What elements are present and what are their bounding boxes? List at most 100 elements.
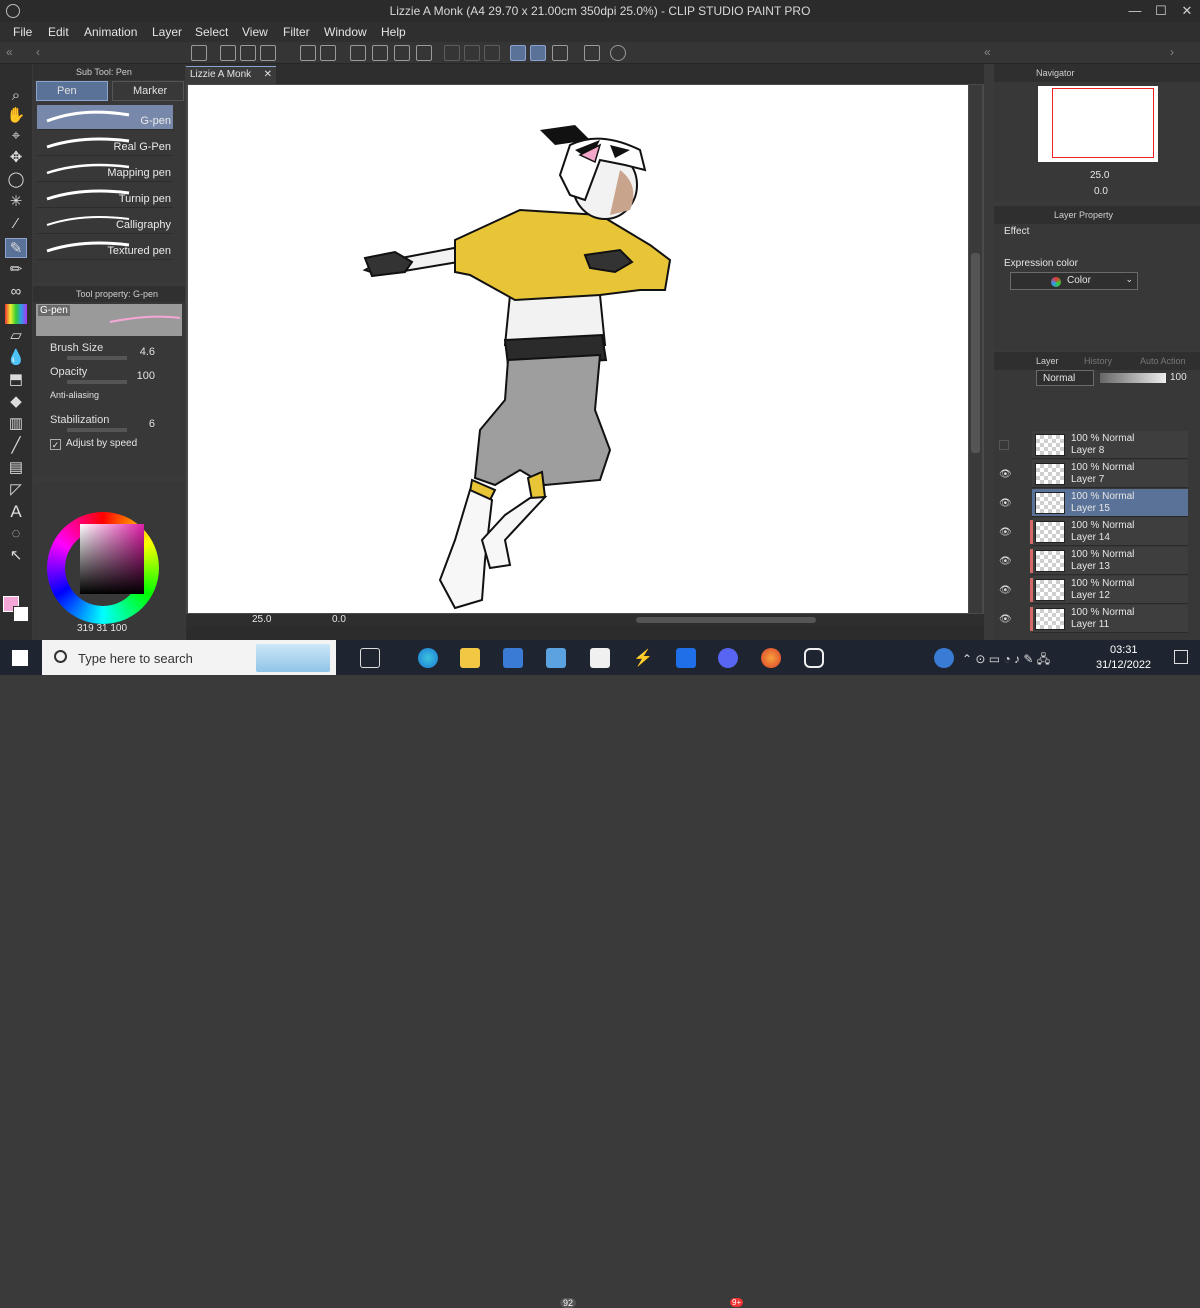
opacity-value[interactable]: 100 — [137, 370, 155, 382]
discord-icon[interactable] — [718, 648, 738, 668]
close-button[interactable]: ✕ — [1176, 2, 1198, 20]
collapse-right-icon[interactable]: « — [984, 45, 991, 59]
smartphone-icon[interactable] — [584, 45, 600, 61]
move-layer-icon[interactable]: ✥ — [5, 148, 27, 168]
canvas-paper[interactable] — [188, 85, 968, 613]
minimize-button[interactable]: — — [1124, 2, 1146, 20]
menu-edit[interactable]: Edit — [48, 25, 69, 39]
brush-icon[interactable]: ∞ — [5, 282, 27, 302]
tab-marker[interactable]: Marker — [112, 81, 184, 101]
saturation-square[interactable] — [80, 524, 144, 594]
open-file-icon[interactable] — [240, 45, 256, 61]
pencil-icon[interactable]: ✏ — [5, 260, 27, 280]
clock-time[interactable]: 03:31 — [1110, 644, 1138, 656]
tab-history[interactable]: History — [1084, 356, 1112, 366]
stabilization-row[interactable]: Stabilization 6 — [37, 412, 173, 434]
selection-area-icon[interactable] — [484, 45, 500, 61]
mail-icon[interactable] — [546, 648, 566, 668]
navigator-angle[interactable]: 0.0 — [1094, 186, 1108, 197]
snap-ruler-icon[interactable] — [510, 45, 526, 61]
back-icon[interactable]: ‹ — [36, 45, 40, 59]
zoom-readout[interactable]: 25.0 — [252, 614, 271, 625]
task-view-icon[interactable] — [360, 648, 380, 668]
save-icon[interactable] — [260, 45, 276, 61]
antialias-row[interactable]: Anti-aliasing — [37, 388, 173, 410]
layer-row[interactable]: 100 % Normal Layer 8 — [1032, 431, 1188, 459]
new-file-icon[interactable] — [220, 45, 236, 61]
layer-visibility-icon[interactable]: 👁 — [999, 585, 1012, 596]
firefox-icon[interactable] — [761, 648, 781, 668]
fill-tool-icon[interactable]: ⬒ — [5, 370, 27, 390]
brush-real-g-pen[interactable]: Real G-Pen — [37, 131, 173, 156]
brush-calligraphy[interactable]: Calligraphy — [37, 209, 173, 234]
menu-file[interactable]: File — [13, 25, 32, 39]
help-tray-icon[interactable] — [934, 648, 954, 668]
dropbox-icon[interactable] — [676, 648, 696, 668]
fill-icon[interactable] — [394, 45, 410, 61]
brush-size-value[interactable]: 4.6 — [140, 346, 155, 358]
menu-window[interactable]: Window — [324, 25, 367, 39]
layer-opacity-slider[interactable] — [1100, 373, 1166, 383]
app-bolt-icon[interactable]: ⚡ — [633, 648, 653, 668]
vscroll-thumb[interactable] — [971, 253, 980, 453]
tab-close-icon[interactable]: ✕ — [264, 67, 272, 83]
layer-row[interactable]: 100 % Normal Layer 12 — [1030, 576, 1188, 604]
expression-color-select[interactable]: Color ⌄ — [1010, 272, 1138, 290]
clip-studio-icon[interactable] — [191, 45, 207, 61]
forward-icon[interactable]: › — [1170, 45, 1174, 59]
canvas-horizontal-scrollbar[interactable]: 25.0 0.0 — [186, 614, 984, 626]
maximize-button[interactable]: ☐ — [1150, 2, 1172, 20]
checkbox-icon[interactable]: ✓ — [50, 439, 61, 450]
balloon-icon[interactable]: ◌ — [5, 524, 27, 544]
blend-mode-select[interactable]: Normal — [1036, 370, 1094, 386]
layer-visibility-icon[interactable]: 👁 — [999, 469, 1012, 480]
snap-special-ruler-icon[interactable] — [530, 45, 546, 61]
stabilization-slider[interactable] — [67, 428, 127, 432]
hscroll-thumb[interactable] — [636, 617, 816, 623]
layer-opacity-value[interactable]: 100 — [1170, 372, 1187, 383]
notification-icon[interactable] — [1174, 650, 1188, 664]
file-explorer-icon[interactable] — [460, 648, 480, 668]
brush-size-slider[interactable] — [67, 356, 127, 360]
frame-icon[interactable]: ▤ — [5, 458, 27, 478]
hand-icon[interactable]: ✋ — [5, 106, 27, 126]
edge-icon[interactable] — [418, 648, 438, 668]
layer-row[interactable]: 100 % Normal Layer 11 — [1030, 605, 1188, 633]
menu-animation[interactable]: Animation — [84, 25, 137, 39]
zoom-icon[interactable]: ⌕ — [5, 86, 27, 106]
tab-layer[interactable]: Layer — [1036, 356, 1059, 366]
clear-icon[interactable] — [372, 45, 388, 61]
document-tab[interactable]: Lizzie A Monk ✕ — [186, 66, 276, 84]
layer-row[interactable]: 100 % Normal Layer 15 — [1032, 489, 1188, 517]
opacity-row[interactable]: Opacity 100 — [37, 364, 173, 386]
amazon-icon[interactable] — [590, 648, 610, 668]
navigator-preview[interactable] — [1038, 86, 1158, 162]
redo-icon[interactable] — [320, 45, 336, 61]
transform-icon[interactable] — [416, 45, 432, 61]
tray-icons[interactable]: ⌃ ⊙ ▭ ◔ ♪ ✎ 🖧 — [962, 650, 1050, 671]
navigator-zoom[interactable]: 25.0 — [1090, 170, 1109, 181]
canvas-vertical-scrollbar[interactable] — [969, 85, 982, 613]
brush-turnip-pen[interactable]: Turnip pen — [37, 183, 173, 208]
taskbar-search[interactable]: Type here to search — [42, 640, 336, 675]
menu-help[interactable]: Help — [381, 25, 406, 39]
layer-row[interactable]: 100 % Normal Layer 7 — [1032, 460, 1188, 488]
operation-icon[interactable]: ⌖ — [5, 126, 27, 146]
clock-date[interactable]: 31/12/2022 — [1096, 659, 1151, 671]
layer-visibility-icon[interactable]: 👁 — [999, 498, 1012, 509]
undo-icon[interactable] — [300, 45, 316, 61]
help-icon[interactable] — [610, 45, 626, 61]
blend-icon[interactable]: 💧 — [5, 348, 27, 368]
gradient-icon[interactable]: ▥ — [5, 414, 27, 434]
layer-visibility-icon[interactable]: 👁 — [999, 556, 1012, 567]
navigator-view-rect[interactable] — [1052, 88, 1154, 158]
eyedropper-icon[interactable]: ⁄ — [5, 214, 27, 234]
invert-selection-icon[interactable] — [464, 45, 480, 61]
deselect-icon[interactable] — [444, 45, 460, 61]
lasso-icon[interactable]: ◯ — [5, 170, 27, 190]
menu-view[interactable]: View — [242, 25, 268, 39]
menu-select[interactable]: Select — [195, 25, 228, 39]
text-icon[interactable]: A — [5, 502, 27, 522]
layer-row[interactable]: 100 % Normal Layer 13 — [1030, 547, 1188, 575]
decoration-icon[interactable] — [5, 304, 27, 324]
